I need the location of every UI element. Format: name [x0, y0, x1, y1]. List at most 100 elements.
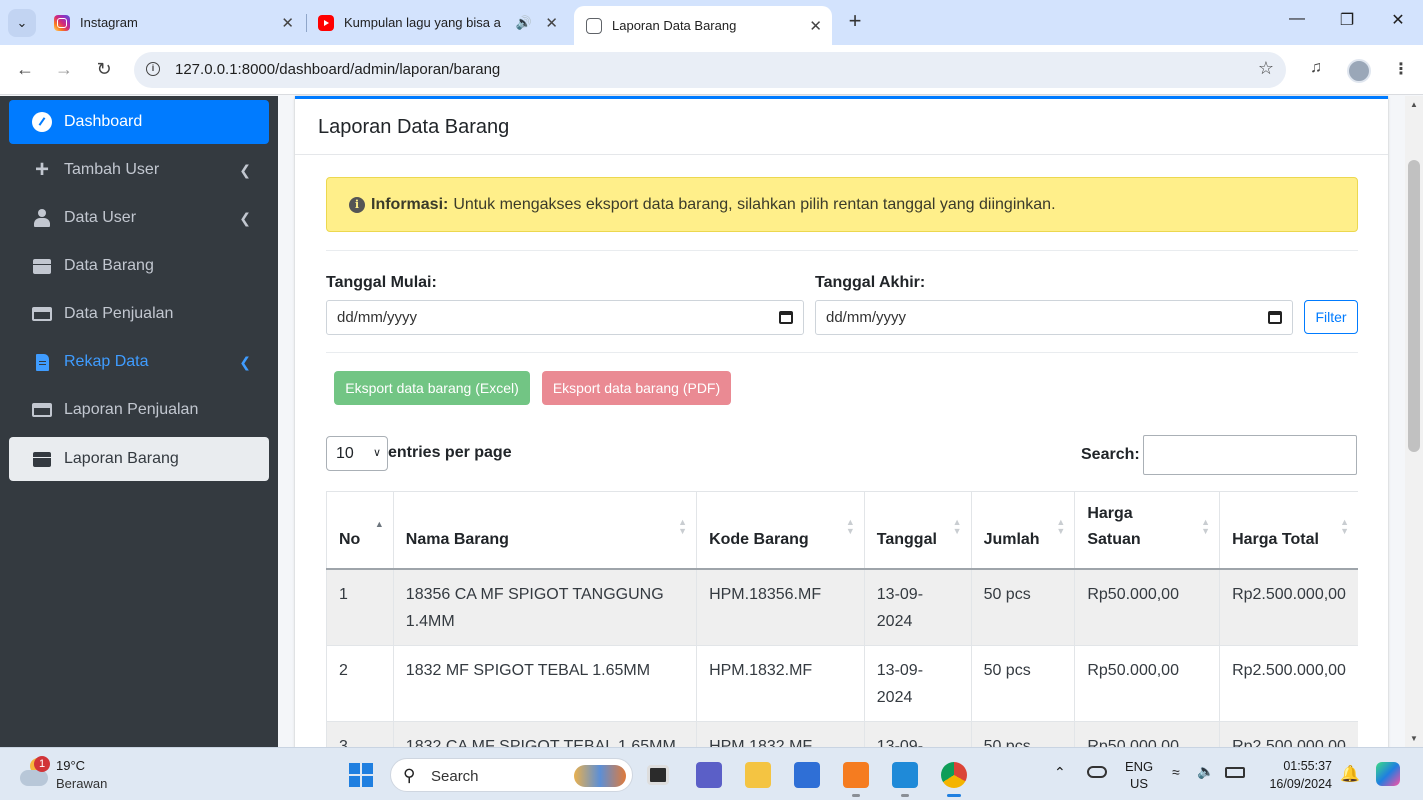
- end-date-label: Tanggal Akhir:: [815, 274, 926, 291]
- notification-bell-icon[interactable]: 🔔: [1340, 764, 1360, 784]
- forward-arrow-icon[interactable]: →: [53, 59, 75, 80]
- sidebar: Dashboard + Tambah User ❮ Data User ❮ Da…: [0, 96, 278, 747]
- store-icon: [32, 307, 52, 321]
- chrome-icon[interactable]: [941, 762, 967, 797]
- notification-badge: 1: [34, 756, 50, 772]
- start-date-input[interactable]: dd/mm/yyyy: [326, 300, 804, 335]
- calendar-icon[interactable]: [1268, 311, 1282, 324]
- cell-harga-satuan: Rp50.000,00: [1074, 568, 1220, 646]
- scroll-up-arrow-icon[interactable]: ▲: [1410, 100, 1418, 109]
- scroll-down-arrow-icon[interactable]: ▼: [1410, 734, 1418, 743]
- bookmark-star-icon[interactable]: ☆: [1258, 58, 1274, 79]
- start-date-label: Tanggal Mulai:: [326, 274, 437, 291]
- sidebar-item-data-barang[interactable]: Data Barang: [9, 244, 269, 288]
- cell-jumlah: 50 pcs: [970, 645, 1075, 722]
- sidebar-item-data-user[interactable]: Data User ❮: [9, 196, 269, 240]
- cell-nama-barang: 18356 CA MF SPIGOT TANGGUNG 1.4MM: [392, 568, 697, 646]
- back-arrow-icon[interactable]: ←: [14, 59, 36, 80]
- box-icon: [33, 451, 51, 467]
- user-icon: [34, 209, 50, 227]
- show-hidden-icons-chevron-icon[interactable]: ⌃: [1054, 764, 1066, 781]
- tab-instagram[interactable]: Instagram ✕: [42, 6, 304, 39]
- new-tab-plus-icon[interactable]: +: [843, 10, 867, 34]
- column-header-kode-barang[interactable]: Kode Barang ▲ ▼: [696, 491, 865, 570]
- cloud-icon: [20, 770, 48, 786]
- wifi-icon[interactable]: ≈: [1172, 764, 1180, 780]
- tab-laporan-data-barang[interactable]: Laporan Data Barang ✕: [574, 6, 832, 45]
- copilot-icon[interactable]: [1376, 762, 1400, 786]
- volume-icon[interactable]: 🔈: [1197, 763, 1214, 780]
- sidebar-item-dashboard[interactable]: Dashboard: [9, 100, 269, 144]
- windows-taskbar: 1 19°C Berawan ⚲ Search ⌃ ENG US ≈ 🔈 01:…: [0, 747, 1423, 800]
- audio-playing-icon[interactable]: 🔊: [516, 15, 532, 31]
- dashboard-gauge-icon: [32, 112, 52, 132]
- close-tab-icon[interactable]: ✕: [809, 17, 822, 35]
- onedrive-cloud-icon[interactable]: [1087, 766, 1107, 778]
- youtube-icon: [318, 14, 334, 31]
- vscode-icon[interactable]: [892, 762, 918, 797]
- battery-icon[interactable]: [1225, 767, 1245, 778]
- calendar-icon[interactable]: [779, 311, 793, 324]
- column-header-harga-satuan[interactable]: Harga Satuan ▲ ▼: [1074, 491, 1220, 570]
- table-row: 1 18356 CA MF SPIGOT TANGGUNG 1.4MM HPM.…: [326, 568, 1358, 646]
- task-view-icon[interactable]: [647, 765, 669, 785]
- close-tab-icon[interactable]: ✕: [281, 14, 294, 32]
- filter-button[interactable]: Filter: [1304, 300, 1358, 334]
- sidebar-item-laporan-barang[interactable]: Laporan Barang: [9, 437, 269, 481]
- chevron-left-icon: ❮: [239, 161, 251, 178]
- scrollbar-thumb[interactable]: [1408, 160, 1420, 452]
- tab-search-chevron-icon[interactable]: ⌄: [8, 9, 36, 37]
- column-header-tanggal[interactable]: Tanggal ▲ ▼: [863, 491, 972, 570]
- sort-icon: ▲ ▼: [1201, 517, 1211, 536]
- taskbar-clock[interactable]: 01:55:37 16/09/2024: [1262, 757, 1332, 793]
- sort-icon: ▲ ▼: [678, 517, 688, 536]
- sidebar-item-rekap-data[interactable]: Rekap Data ❮: [9, 340, 269, 384]
- sort-asc-icon: ▲: [374, 519, 384, 529]
- close-tab-icon[interactable]: ✕: [545, 14, 558, 32]
- browser-tab-strip: ⌄ Instagram ✕ Kumpulan lagu yang bisa a …: [0, 0, 1423, 45]
- teams-icon[interactable]: [696, 762, 722, 788]
- cell-kode-barang: HPM.18356.MF: [696, 568, 865, 646]
- input-language-indicator[interactable]: ENG US: [1125, 758, 1153, 792]
- export-excel-button[interactable]: Eksport data barang (Excel): [334, 371, 530, 405]
- site-info-icon[interactable]: i: [146, 62, 160, 76]
- media-controls-icon[interactable]: ♫: [1310, 59, 1322, 77]
- sidebar-item-tambah-user[interactable]: + Tambah User ❮: [9, 148, 269, 192]
- chrome-menu-icon[interactable]: ⋮: [1393, 59, 1409, 79]
- minimize-icon[interactable]: —: [1282, 10, 1312, 28]
- box-icon: [33, 258, 51, 274]
- search-icon: ⚲: [403, 766, 416, 785]
- tab-youtube[interactable]: Kumpulan lagu yang bisa a 🔊 ✕: [306, 6, 568, 39]
- file-icon: [35, 353, 49, 371]
- profile-avatar[interactable]: [1347, 59, 1371, 83]
- column-header-no[interactable]: No ▲: [326, 491, 394, 570]
- restore-icon[interactable]: ❐: [1332, 10, 1362, 30]
- chevron-left-icon: ❮: [239, 353, 251, 370]
- sidebar-item-data-penjualan[interactable]: Data Penjualan: [9, 292, 269, 336]
- page-scrollbar[interactable]: ▲ ▼: [1405, 96, 1423, 747]
- export-pdf-button[interactable]: Eksport data barang (PDF): [542, 371, 731, 405]
- sort-icon: ▲ ▼: [1056, 517, 1066, 536]
- xampp-icon[interactable]: [843, 762, 869, 797]
- microsoft-store-icon[interactable]: [794, 762, 820, 788]
- search-input[interactable]: [1143, 435, 1357, 475]
- store-icon: [32, 403, 52, 417]
- taskbar-search-box[interactable]: ⚲ Search: [390, 758, 633, 792]
- url-text[interactable]: 127.0.0.1:8000/dashboard/admin/laporan/b…: [175, 61, 500, 78]
- entries-per-page-select[interactable]: 10 ∨: [326, 436, 388, 471]
- divider: [326, 250, 1358, 251]
- cell-no: 2: [326, 645, 394, 722]
- address-bar[interactable]: i 127.0.0.1:8000/dashboard/admin/laporan…: [134, 52, 1286, 88]
- sidebar-item-laporan-penjualan[interactable]: Laporan Penjualan: [9, 388, 269, 432]
- info-alert: i Informasi: Untuk mengakses eksport dat…: [326, 177, 1358, 232]
- column-header-jumlah[interactable]: Jumlah ▲ ▼: [970, 491, 1075, 570]
- windows-start-icon[interactable]: [349, 763, 373, 787]
- end-date-input[interactable]: dd/mm/yyyy: [815, 300, 1293, 335]
- reload-icon[interactable]: ↻: [93, 59, 115, 80]
- cell-kode-barang: HPM.1832.MF: [696, 645, 865, 722]
- file-explorer-icon[interactable]: [745, 762, 771, 788]
- column-header-harga-total[interactable]: Harga Total ▲ ▼: [1219, 491, 1358, 570]
- chevron-left-icon: ❮: [239, 209, 251, 226]
- column-header-nama-barang[interactable]: Nama Barang ▲ ▼: [392, 491, 697, 570]
- window-close-icon[interactable]: ✕: [1383, 10, 1413, 30]
